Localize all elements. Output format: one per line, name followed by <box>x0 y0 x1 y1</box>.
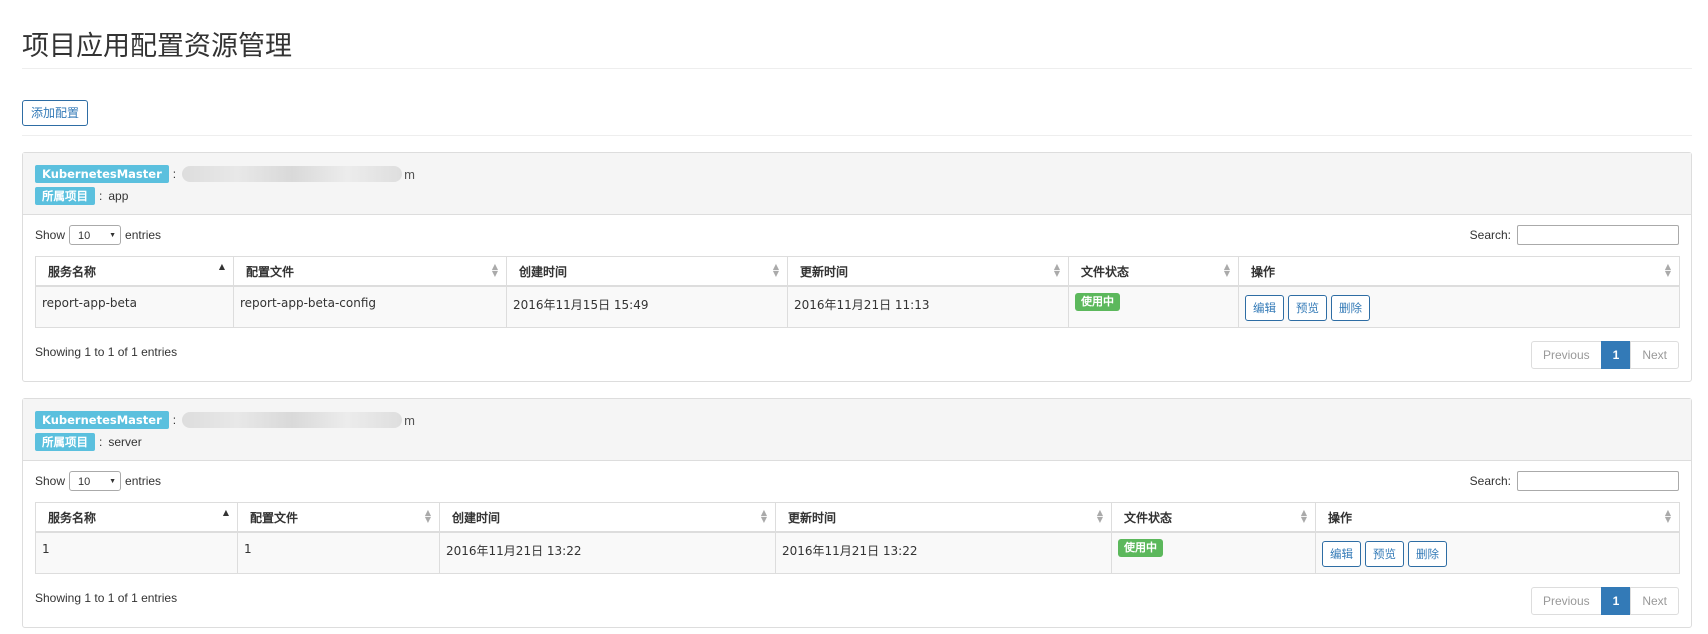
cell-config: 1 <box>244 542 252 556</box>
sort-icon: ▲ ▼ <box>424 508 431 524</box>
colon: : <box>172 167 177 181</box>
show-label: Show <box>35 228 66 242</box>
sort-icon: ▲ ▼ <box>1053 262 1060 278</box>
edit-button[interactable]: 编辑 <box>1245 295 1284 321</box>
page-length-select[interactable]: 10 ▼ <box>69 471 122 491</box>
preview-button[interactable]: 预览 <box>1365 541 1404 567</box>
cell-updated: 2016年11月21日 13:22 <box>782 544 918 558</box>
search-label: Search: <box>1469 228 1511 242</box>
panel-body: Show 10 ▼ entries Search: 服务名称 ▲ 配置文件 ▲ ▼ 创建… <box>23 461 1691 627</box>
page-length-select[interactable]: 10 ▼ <box>69 225 122 245</box>
previous-page-button[interactable]: Previous <box>1530 341 1602 369</box>
page-1-button[interactable]: 1 <box>1600 587 1632 615</box>
cell-config: report-app-beta-config <box>240 296 377 310</box>
cell-created: 2016年11月21日 13:22 <box>446 544 582 558</box>
chevron-down-icon: ▼ <box>109 478 117 485</box>
masked-master-address <box>182 412 403 428</box>
panel-heading: KubernetesMaster : m 所属项目 : app <box>23 153 1691 215</box>
column-header-created[interactable]: 创建时间 ▲ ▼ <box>506 256 788 287</box>
colon: : <box>99 189 103 203</box>
edit-button[interactable]: 编辑 <box>1322 541 1361 567</box>
panel-body: Show 10 ▼ entries Search: 服务名称 ▲ 配置文件 ▲ ▼ 创建… <box>23 215 1691 381</box>
sort-asc-icon: ▲ <box>218 262 225 271</box>
column-header-service[interactable]: 服务名称 ▲ <box>35 256 234 287</box>
master-label: KubernetesMaster <box>35 411 169 429</box>
master-label: KubernetesMaster <box>35 165 169 183</box>
master-address-suffix: m <box>404 412 415 428</box>
column-header-updated[interactable]: 更新时间 ▲ ▼ <box>775 502 1112 533</box>
previous-page-button[interactable]: Previous <box>1530 587 1602 615</box>
chevron-down-icon: ▼ <box>109 232 117 239</box>
table-row: 1 1 2016年11月21日 13:22 2016年11月21日 13:22 … <box>35 531 1680 574</box>
page-title: 项目应用配置资源管理 <box>22 0 1692 69</box>
sort-icon: ▲ ▼ <box>760 508 767 524</box>
delete-button[interactable]: 删除 <box>1408 541 1447 567</box>
column-header-status[interactable]: 文件状态 ▲ ▼ <box>1111 502 1316 533</box>
add-config-button[interactable]: 添加配置 <box>22 100 89 126</box>
config-table: 服务名称 ▲ 配置文件 ▲ ▼ 创建时间 ▲ ▼ 更新时间 ▲ ▼ 文件状态 ▲ ▼ 操作 ▲ ▼ 1… <box>35 502 1680 574</box>
status-badge: 使用中 <box>1118 539 1163 557</box>
next-page-button[interactable]: Next <box>1630 587 1679 615</box>
panel-heading: KubernetesMaster : m 所属项目 : server <box>23 399 1691 461</box>
column-header-created[interactable]: 创建时间 ▲ ▼ <box>439 502 776 533</box>
sort-icon: ▲ ▼ <box>1096 508 1103 524</box>
masked-master-address <box>182 166 403 182</box>
config-panel-app: KubernetesMaster : m 所属项目 : app Show 10 ▼… <box>22 152 1692 382</box>
master-address-suffix: m <box>404 166 415 182</box>
next-page-button[interactable]: Next <box>1630 341 1679 369</box>
column-header-config[interactable]: 配置文件 ▲ ▼ <box>237 502 440 533</box>
toolbar: 添加配置 <box>22 69 1692 136</box>
cell-created: 2016年11月15日 15:49 <box>513 298 649 312</box>
search-input[interactable] <box>1517 471 1679 491</box>
column-header-config[interactable]: 配置文件 ▲ ▼ <box>233 256 507 287</box>
config-panel-server: KubernetesMaster : m 所属项目 : server Show … <box>22 398 1692 628</box>
sort-asc-icon: ▲ <box>222 508 229 517</box>
column-header-service[interactable]: 服务名称 ▲ <box>35 502 238 533</box>
search-label: Search: <box>1469 474 1511 488</box>
sort-icon: ▲ ▼ <box>1300 508 1307 524</box>
config-table: 服务名称 ▲ 配置文件 ▲ ▼ 创建时间 ▲ ▼ 更新时间 ▲ ▼ 文件状态 ▲ ▼ 操作 ▲ ▼ r… <box>35 256 1680 328</box>
column-header-updated[interactable]: 更新时间 ▲ ▼ <box>787 256 1069 287</box>
page: 项目应用配置资源管理 添加配置 KubernetesMaster : m 所属项… <box>22 0 1692 628</box>
search-control: Search: <box>1470 471 1679 491</box>
pagination: Previous 1 Next <box>1530 341 1679 369</box>
search-input[interactable] <box>1517 225 1679 245</box>
sort-icon: ▲ ▼ <box>1223 262 1230 278</box>
project-label: 所属项目 <box>35 433 95 451</box>
column-header-status[interactable]: 文件状态 ▲ ▼ <box>1068 256 1239 287</box>
preview-button[interactable]: 预览 <box>1288 295 1327 321</box>
pagination: Previous 1 Next <box>1530 587 1679 615</box>
colon: : <box>99 435 103 449</box>
table-info: Showing 1 to 1 of 1 entries <box>35 345 178 359</box>
status-badge: 使用中 <box>1075 293 1120 311</box>
cell-updated: 2016年11月21日 11:13 <box>794 298 930 312</box>
colon: : <box>172 413 177 427</box>
sort-icon: ▲ ▼ <box>491 262 498 278</box>
column-header-actions[interactable]: 操作 ▲ ▼ <box>1238 256 1680 287</box>
sort-icon: ▲ ▼ <box>1664 508 1671 524</box>
page-length-control: Show 10 ▼ entries <box>35 471 161 491</box>
sort-icon: ▲ ▼ <box>1664 262 1671 278</box>
cell-service: 1 <box>42 542 50 556</box>
page-1-button[interactable]: 1 <box>1600 341 1632 369</box>
table-info: Showing 1 to 1 of 1 entries <box>35 591 178 605</box>
delete-button[interactable]: 删除 <box>1331 295 1370 321</box>
cell-service: report-app-beta <box>42 296 137 310</box>
table-row: report-app-beta report-app-beta-config 2… <box>35 285 1680 328</box>
search-control: Search: <box>1470 225 1679 245</box>
project-label: 所属项目 <box>35 187 95 205</box>
entries-label: entries <box>125 228 162 242</box>
project-name: app <box>108 189 129 203</box>
sort-icon: ▲ ▼ <box>772 262 779 278</box>
show-label: Show <box>35 474 66 488</box>
page-length-control: Show 10 ▼ entries <box>35 225 161 245</box>
entries-label: entries <box>125 474 162 488</box>
project-name: server <box>108 435 142 449</box>
column-header-actions[interactable]: 操作 ▲ ▼ <box>1315 502 1680 533</box>
